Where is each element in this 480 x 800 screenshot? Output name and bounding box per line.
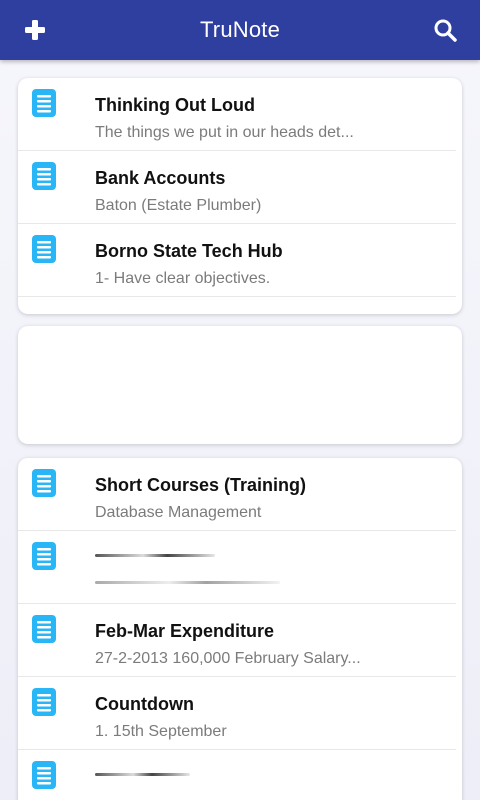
note-title: Feb-Mar Expenditure [95,621,275,641]
obscured-preview [95,581,280,584]
note-title: Countdown [95,694,194,714]
note-preview: Baton (Estate Plumber) [95,197,262,214]
note-icon [32,615,56,643]
note-title: Short Courses (Training) [95,475,307,495]
search-icon [434,19,457,42]
note-title: Thinking Out Loud [95,95,255,115]
empty-note-group-card [18,326,462,444]
plus-icon [25,20,45,40]
note-title: Bank Accounts [95,168,226,188]
note-preview: The things we put in our heads det... [95,124,354,141]
note-icon [32,89,56,117]
notes-list[interactable]: Thinking Out Loud The things we put in o… [0,60,480,800]
note-group-card: Short Courses (Training) Database Manage… [18,458,462,800]
note-icon [32,235,56,263]
note-preview: 1- Have clear objectives. [95,270,271,287]
add-note-button[interactable] [0,0,70,60]
note-item[interactable]: Feb-Mar Expenditure 27-2-2013 160,000 Fe… [18,604,456,677]
note-icon [32,162,56,190]
note-icon [32,688,56,716]
note-icon [32,542,56,570]
note-item[interactable]: Thinking Out Loud The things we put in o… [18,78,456,151]
app-title: TruNote [199,17,281,42]
note-icon [32,761,56,789]
note-group-card: Thinking Out Loud The things we put in o… [18,78,462,314]
note-item[interactable]: Short Courses (Training) Database Manage… [18,458,456,531]
note-preview: Database Management [95,504,262,521]
obscured-title [95,773,190,776]
note-preview: 27-2-2013 160,000 February Salary... [95,650,361,667]
search-button[interactable] [410,0,480,60]
note-item[interactable]: Countdown 1. 15th September [18,677,456,750]
note-item[interactable]: Bank Accounts Baton (Estate Plumber) [18,151,456,224]
note-item[interactable] [18,531,456,604]
obscured-title [95,554,215,557]
note-title: Borno State Tech Hub [95,241,283,261]
note-icon [32,469,56,497]
app-bar: TruNote [0,0,480,60]
note-item[interactable]: Borno State Tech Hub 1- Have clear objec… [18,224,456,297]
note-preview: 1. 15th September [95,723,227,740]
note-item[interactable] [18,750,456,800]
